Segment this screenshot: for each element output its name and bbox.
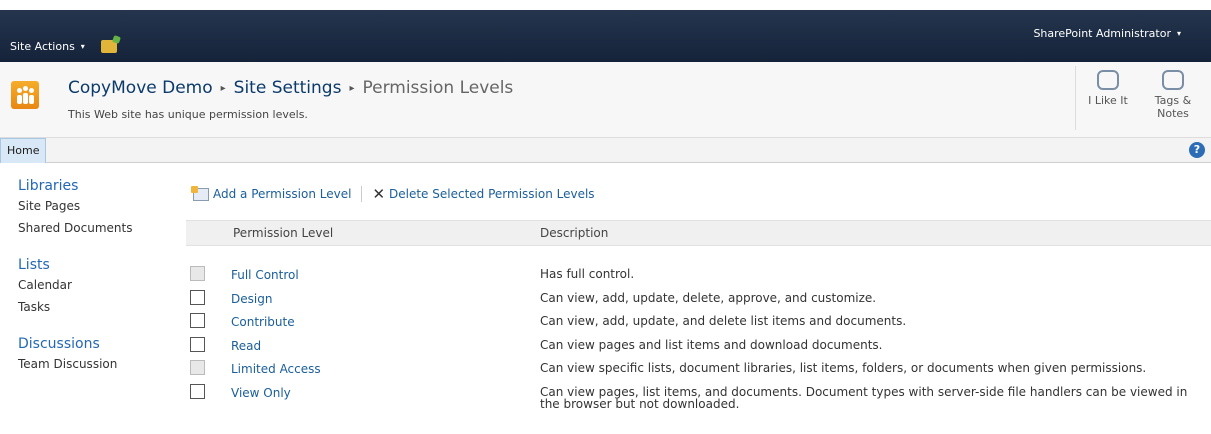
row-checkbox bbox=[190, 266, 205, 281]
add-permission-icon bbox=[191, 185, 209, 201]
tags-label: Tags & bbox=[1154, 94, 1192, 107]
nav-heading-lists[interactable]: Lists bbox=[18, 257, 178, 273]
table-row: View Only Can view pages, list items, an… bbox=[186, 383, 1211, 418]
delete-permission-levels-button[interactable]: ✕ Delete Selected Permission Levels bbox=[372, 185, 594, 203]
permission-levels-table: Full Control Has full control. Design Ca… bbox=[186, 266, 1211, 418]
quick-launch: Libraries Site Pages Shared Documents Li… bbox=[18, 178, 178, 393]
permission-description: Can view, add, update, delete, approve, … bbox=[540, 290, 877, 305]
i-like-it-button[interactable]: I Like It bbox=[1078, 62, 1138, 107]
permission-level-link[interactable]: View Only bbox=[231, 386, 291, 400]
chevron-down-icon[interactable]: ▾ bbox=[1177, 29, 1181, 38]
table-header: Permission Level Description bbox=[186, 220, 1211, 246]
permission-description: Has full control. bbox=[540, 267, 635, 281]
row-checkbox[interactable] bbox=[190, 313, 205, 328]
permission-level-link[interactable]: Design bbox=[231, 292, 272, 306]
breadcrumb-site[interactable]: CopyMove Demo bbox=[68, 78, 213, 98]
add-permission-level-button[interactable]: Add a Permission Level bbox=[191, 185, 352, 201]
permission-level-link[interactable]: Read bbox=[231, 339, 261, 353]
permission-level-link[interactable]: Contribute bbox=[231, 315, 295, 329]
page-title: Permission Levels bbox=[362, 78, 514, 98]
navigate-up-icon[interactable] bbox=[100, 40, 117, 53]
delete-permission-levels-label: Delete Selected Permission Levels bbox=[389, 187, 595, 201]
site-actions-menu[interactable]: Site Actions ▾ bbox=[10, 40, 117, 53]
permission-description: Can view pages and list items and downlo… bbox=[540, 337, 883, 352]
site-logo-icon[interactable] bbox=[11, 81, 39, 109]
tab-bar: Home ? bbox=[0, 138, 1211, 163]
nav-item-site-pages[interactable]: Site Pages bbox=[18, 199, 178, 213]
chevron-down-icon[interactable]: ▾ bbox=[81, 42, 85, 51]
nav-heading-discussions[interactable]: Discussions bbox=[18, 336, 178, 352]
column-header-permission-level: Permission Level bbox=[233, 226, 334, 240]
help-icon[interactable]: ? bbox=[1189, 142, 1205, 158]
breadcrumb-separator-icon: ▸ bbox=[220, 82, 226, 94]
table-row: Contribute Can view, add, update, and de… bbox=[186, 313, 1211, 337]
nav-group-discussions: Discussions Team Discussion bbox=[18, 336, 178, 371]
add-permission-level-label: Add a Permission Level bbox=[213, 187, 352, 201]
nav-group-libraries: Libraries Site Pages Shared Documents bbox=[18, 178, 178, 235]
table-row: Read Can view pages and list items and d… bbox=[186, 336, 1211, 361]
user-menu[interactable]: SharePoint Administrator ▾ bbox=[1033, 27, 1181, 40]
top-bar: Site Actions ▾ SharePoint Administrator … bbox=[0, 10, 1211, 62]
i-like-it-label: I Like It bbox=[1088, 94, 1128, 107]
permission-description: Can view, add, update, and delete list i… bbox=[540, 314, 907, 328]
notes-label: Notes bbox=[1157, 107, 1189, 120]
nav-group-lists: Lists Calendar Tasks bbox=[18, 257, 178, 314]
title-area: CopyMove Demo ▸ Site Settings ▸ Permissi… bbox=[0, 62, 1211, 138]
table-row: Design Can view, add, update, delete, ap… bbox=[186, 289, 1211, 314]
site-actions-label[interactable]: Site Actions bbox=[10, 40, 75, 53]
divider bbox=[1075, 66, 1076, 130]
breadcrumb-site-settings[interactable]: Site Settings bbox=[234, 78, 342, 98]
permission-description: Can view pages, list items, and document… bbox=[540, 384, 1188, 411]
user-name[interactable]: SharePoint Administrator bbox=[1033, 27, 1171, 40]
column-header-description: Description bbox=[540, 226, 609, 240]
permission-description: Can view specific lists, document librar… bbox=[540, 361, 1147, 375]
row-checkbox[interactable] bbox=[190, 336, 205, 352]
like-tag-icon bbox=[1097, 70, 1119, 90]
nav-item-calendar[interactable]: Calendar bbox=[18, 278, 178, 292]
nav-item-tasks[interactable]: Tasks bbox=[18, 300, 178, 314]
nav-item-team-discussion[interactable]: Team Discussion bbox=[18, 357, 178, 371]
nav-item-shared-documents[interactable]: Shared Documents bbox=[18, 221, 178, 235]
row-checkbox bbox=[190, 360, 205, 375]
table-row: Limited Access Can view specific lists, … bbox=[186, 360, 1211, 384]
permission-level-link[interactable]: Full Control bbox=[231, 268, 299, 282]
table-row: Full Control Has full control. bbox=[186, 266, 1211, 290]
tags-notes-button[interactable]: Tags & Notes bbox=[1143, 62, 1203, 120]
breadcrumb-separator-icon: ▸ bbox=[349, 82, 355, 94]
tab-home[interactable]: Home bbox=[0, 138, 47, 163]
row-checkbox[interactable] bbox=[190, 383, 205, 399]
page-description: This Web site has unique permission leve… bbox=[68, 108, 308, 121]
permission-toolbar: Add a Permission Level ✕ Delete Selected… bbox=[191, 185, 595, 203]
breadcrumb: CopyMove Demo ▸ Site Settings ▸ Permissi… bbox=[68, 78, 513, 98]
tags-notes-icon bbox=[1162, 70, 1184, 90]
delete-icon: ✕ bbox=[372, 185, 386, 203]
permission-level-link[interactable]: Limited Access bbox=[231, 362, 321, 376]
nav-heading-libraries[interactable]: Libraries bbox=[18, 178, 178, 194]
divider bbox=[361, 186, 363, 202]
row-checkbox[interactable] bbox=[190, 289, 205, 305]
